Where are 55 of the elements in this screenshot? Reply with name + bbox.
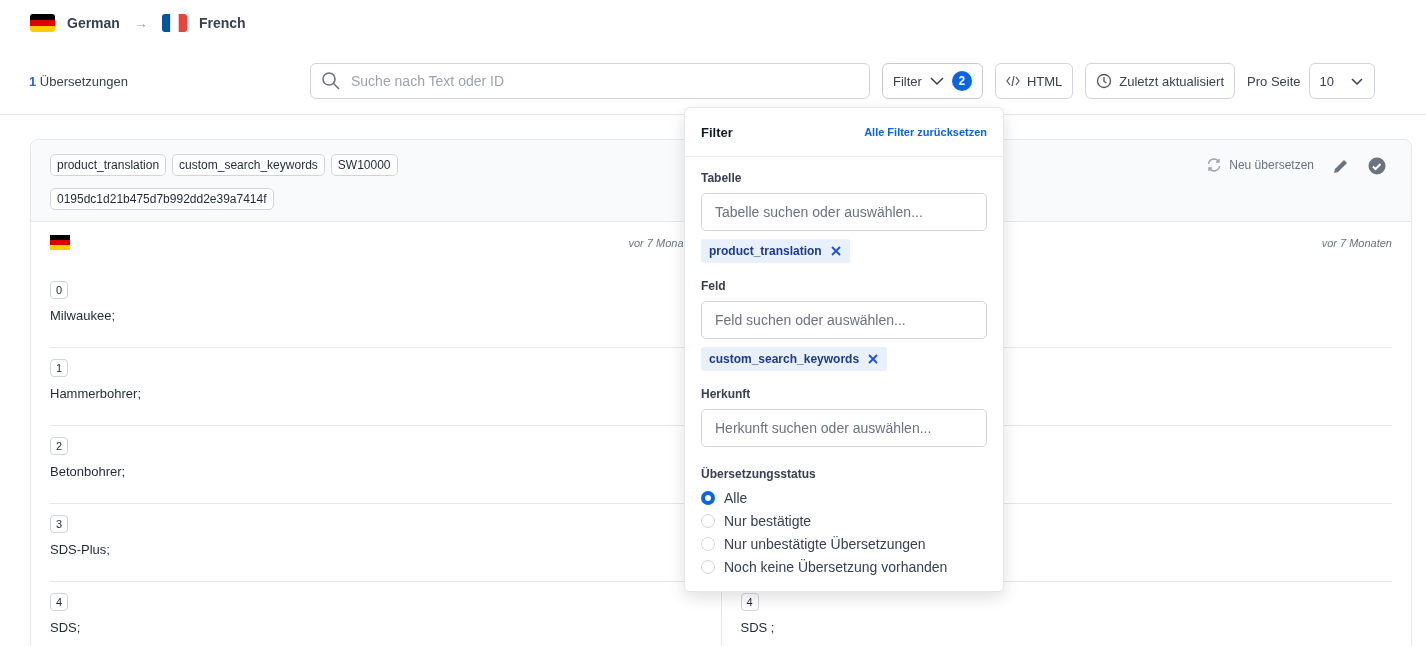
search-field[interactable]: Tabelle suchen oder auswählen... <box>701 193 987 231</box>
flag-icon <box>161 14 187 32</box>
arrow: → <box>133 15 148 31</box>
flag-icon <box>30 14 55 32</box>
index-label: 4 <box>740 593 759 611</box>
tag: SW10000 <box>330 154 398 176</box>
check-circle-icon[interactable] <box>1368 157 1386 175</box>
index-label: 1 <box>50 359 69 377</box>
retranslate-button[interactable]: Neu übersetzen <box>1206 157 1314 173</box>
field-label: Feld <box>701 279 727 293</box>
keyword-text: SDS ; <box>740 620 775 635</box>
keyword-text: Betonbohrer; <box>50 464 126 479</box>
search-field[interactable]: Herkunft suchen oder auswählen... <box>701 409 987 447</box>
language-label: French <box>198 15 246 31</box>
refresh-icon <box>1206 157 1223 173</box>
close-icon[interactable] <box>867 353 880 365</box>
search-icon <box>321 71 341 91</box>
index-label: 4 <box>50 593 69 611</box>
per-page-select[interactable]: 10 <box>1308 63 1375 99</box>
keyword-text: SDS-Plus; <box>50 542 110 557</box>
timestamp: vor 7 Monaten <box>1321 236 1392 249</box>
html-button[interactable]: HTML <box>994 63 1074 99</box>
keyword-text: SDS; <box>50 620 81 635</box>
tag: custom_search_keywords <box>172 154 325 176</box>
index-label: 3 <box>50 515 69 533</box>
flag-icon <box>50 235 70 250</box>
code-icon <box>1005 74 1020 88</box>
translation-count: 1 Übersetzungen <box>29 73 129 89</box>
clock-icon <box>1096 73 1113 89</box>
radio-option[interactable]: Nur unbestätigte Übersetzungen <box>701 535 987 553</box>
per-page-label: Pro Seite <box>1247 73 1301 89</box>
language-label: German <box>67 15 120 31</box>
keyword-text: Milwaukee; <box>50 308 116 323</box>
reset-link[interactable]: Alle Filter zurücksetzen <box>864 126 987 138</box>
chip-label: custom_search_keywords <box>709 352 860 366</box>
tag: product_translation <box>50 154 167 176</box>
tag: 0195dc1d21b475d7b992dd2e39a7414f <box>50 188 274 210</box>
radio-option[interactable]: Alle <box>701 489 987 507</box>
pencil-icon[interactable] <box>1332 157 1350 175</box>
panel-title: Filter <box>701 124 733 140</box>
filter-button[interactable]: Filter 2 <box>882 63 983 99</box>
radio-option[interactable]: Nur bestätigte <box>701 512 987 530</box>
search-field[interactable]: Feld suchen oder auswählen... <box>701 301 987 339</box>
index-label: 2 <box>50 437 69 455</box>
field-label: Tabelle <box>701 171 743 185</box>
keyword-text: Hammerbohrer; <box>50 386 142 401</box>
search-field[interactable]: Suche nach Text oder ID <box>310 63 870 99</box>
radio-option[interactable]: Noch keine Übersetzung vorhanden <box>701 558 987 576</box>
index-label: 0 <box>50 281 69 299</box>
sort-button[interactable]: Zuletzt aktualisiert <box>1085 63 1236 99</box>
close-icon[interactable] <box>829 245 842 257</box>
chip-label: product_translation <box>709 244 822 258</box>
timestamp: vor 7 Mona <box>628 236 684 249</box>
field-label: Herkunft <box>701 387 752 401</box>
field-label: Übersetzungsstatus <box>701 467 817 481</box>
